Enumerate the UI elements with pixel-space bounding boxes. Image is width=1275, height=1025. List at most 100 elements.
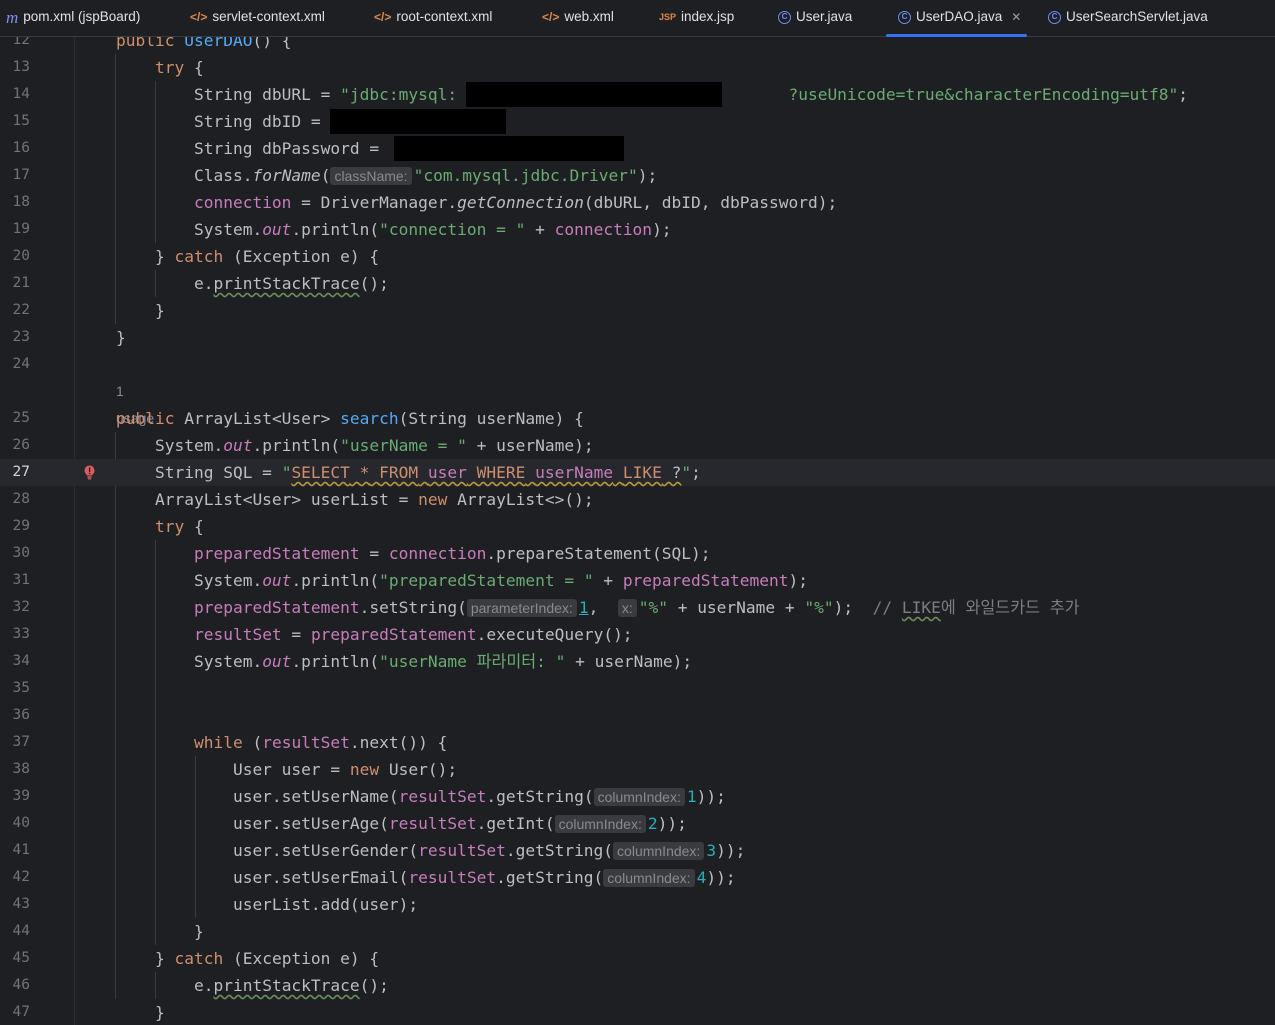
tab-user-java[interactable]: C User.java <box>778 0 852 36</box>
line-number[interactable]: 18 <box>0 189 30 216</box>
line-number[interactable]: 36 <box>0 702 30 729</box>
tab-root-context-xml[interactable]: </> root-context.xml <box>374 0 492 36</box>
line-number[interactable]: 25 <box>0 405 30 432</box>
line-number[interactable]: 17 <box>0 162 30 189</box>
code-text: System.out.println("preparedStatement = … <box>116 571 808 590</box>
code-line[interactable]: 42 user.setUserEmail(resultSet.getString… <box>0 864 1275 891</box>
code-line[interactable]: 12 public UserDAO() { <box>0 37 1275 54</box>
code-text: try { <box>154 517 204 536</box>
code-line[interactable]: 16 String dbPassword = <box>0 135 1275 162</box>
web-xml-icon: </> <box>542 9 560 24</box>
java-class-icon: C <box>1048 10 1061 24</box>
line-number[interactable]: 19 <box>0 216 30 243</box>
line-number[interactable]: 28 <box>0 486 30 513</box>
line-number[interactable]: 16 <box>0 135 30 162</box>
line-number[interactable]: 13 <box>0 54 30 81</box>
code-line[interactable]: 47 } <box>0 999 1275 1025</box>
line-number[interactable]: 29 <box>0 513 30 540</box>
maven-icon: m <box>6 7 19 27</box>
line-number[interactable]: 34 <box>0 648 30 675</box>
tab-label: web.xml <box>564 9 614 24</box>
code-line[interactable]: 36 <box>0 702 1275 729</box>
tab-web-xml[interactable]: </> web.xml <box>542 0 614 36</box>
line-number[interactable]: 40 <box>0 810 30 837</box>
line-number[interactable]: 43 <box>0 891 30 918</box>
code-line[interactable]: 18 connection = DriverManager.getConnect… <box>0 189 1275 216</box>
code-line[interactable]: 15 String dbID = <box>0 108 1275 135</box>
code-line[interactable]: 23} <box>0 324 1275 351</box>
code-line[interactable]: 27 String SQL = "SELECT * FROM user WHER… <box>0 459 1275 486</box>
code-line[interactable]: 37 while (resultSet.next()) { <box>0 729 1275 756</box>
tab-index-jsp[interactable]: JSP index.jsp <box>659 0 734 36</box>
line-number[interactable]: 14 <box>0 81 30 108</box>
code-text: } catch (Exception e) { <box>116 949 380 968</box>
line-number[interactable]: 35 <box>0 675 30 702</box>
code-line[interactable]: 28 ArrayList<User> userList = new ArrayL… <box>0 486 1275 513</box>
code-line[interactable]: 38 User user = new User(); <box>0 756 1275 783</box>
close-tab-icon[interactable]: ✕ <box>1011 10 1021 24</box>
jsp-file-icon: JSP <box>659 11 677 22</box>
line-number[interactable]: 15 <box>0 108 30 135</box>
line-number[interactable]: 37 <box>0 729 30 756</box>
code-line[interactable]: 25 public ArrayList<User> search(String u… <box>0 405 1275 432</box>
line-number[interactable]: 22 <box>0 297 30 324</box>
code-line[interactable]: 30 preparedStatement = connection.prepar… <box>0 540 1275 567</box>
code-line[interactable]: 24 <box>0 351 1275 378</box>
line-number[interactable]: 33 <box>0 621 30 648</box>
tab-pom-xml[interactable]: m pom.xml (jspBoard) <box>6 0 140 36</box>
line-number[interactable]: 39 <box>0 783 30 810</box>
line-number[interactable]: 46 <box>0 972 30 999</box>
code-line[interactable]: 22 } <box>0 297 1275 324</box>
line-number[interactable]: 44 <box>0 918 30 945</box>
line-number[interactable]: 38 <box>0 756 30 783</box>
tab-servlet-context-xml[interactable]: </> servlet-context.xml <box>190 0 325 36</box>
code-text: Class.forName(className: "com.mysql.jdbc.… <box>116 166 658 185</box>
code-editor[interactable]: 12 public UserDAO() {13 try {14 String db… <box>0 37 1275 1025</box>
code-line[interactable]: 17 Class.forName(className: "com.mysql.jd… <box>0 162 1275 189</box>
line-number[interactable]: 42 <box>0 864 30 891</box>
error-bulb-icon[interactable] <box>83 465 96 480</box>
code-line[interactable]: 35 <box>0 675 1275 702</box>
code-line[interactable]: 41 user.setUserGender(resultSet.getStrin… <box>0 837 1275 864</box>
code-line[interactable]: 21 e.printStackTrace(); <box>0 270 1275 297</box>
tab-userdao-java[interactable]: C UserDAO.java ✕ <box>885 0 1028 37</box>
java-class-icon: C <box>898 10 911 24</box>
code-line[interactable]: 31 System.out.println("preparedStatement… <box>0 567 1275 594</box>
line-number[interactable]: 45 <box>0 945 30 972</box>
code-line[interactable]: 20 } catch (Exception e) { <box>0 243 1275 270</box>
line-number[interactable]: 31 <box>0 567 30 594</box>
code-line[interactable]: 45 } catch (Exception e) { <box>0 945 1275 972</box>
line-number[interactable]: 27 <box>0 459 30 486</box>
code-line[interactable]: 19 System.out.println("connection = " + … <box>0 216 1275 243</box>
code-text: resultSet = preparedStatement.executeQue… <box>193 625 633 644</box>
line-number[interactable]: 30 <box>0 540 30 567</box>
code-line[interactable]: 46 e.printStackTrace(); <box>0 972 1275 999</box>
code-line[interactable]: 13 try { <box>0 54 1275 81</box>
code-text: } <box>116 922 204 941</box>
code-line[interactable]: 33 resultSet = preparedStatement.execute… <box>0 621 1275 648</box>
xml-file-icon: </> <box>190 9 208 24</box>
line-number[interactable]: 32 <box>0 594 30 621</box>
line-number[interactable]: 41 <box>0 837 30 864</box>
line-number[interactable]: 23 <box>0 324 30 351</box>
code-text: preparedStatement = connection.prepareSt… <box>193 544 711 563</box>
code-line[interactable]: 40 user.setUserAge(resultSet.getInt(colu… <box>0 810 1275 837</box>
tab-usersearchservlet-java[interactable]: C UserSearchServlet.java <box>1048 0 1208 36</box>
code-line[interactable]: 29 try { <box>0 513 1275 540</box>
xml-file-icon: </> <box>374 9 392 24</box>
code-line[interactable]: 39 user.setUserName(resultSet.getString(… <box>0 783 1275 810</box>
line-number[interactable]: 20 <box>0 243 30 270</box>
line-number[interactable]: 26 <box>0 432 30 459</box>
code-text: e.printStackTrace(); <box>116 274 389 293</box>
line-number[interactable]: 47 <box>0 999 30 1025</box>
line-number[interactable]: 12 <box>0 37 30 54</box>
line-number[interactable]: 24 <box>0 351 30 378</box>
code-line[interactable]: 34 System.out.println("userName 파라미터: " … <box>0 648 1275 675</box>
code-line[interactable]: 32 preparedStatement.setString(parameter… <box>0 594 1275 621</box>
code-text: connection = DriverManager.getConnection… <box>193 193 838 212</box>
code-line[interactable]: 43 userList.add(user); <box>0 891 1275 918</box>
code-line[interactable]: 26 System.out.println("userName = " + us… <box>0 432 1275 459</box>
tab-label: UserSearchServlet.java <box>1066 9 1208 24</box>
code-line[interactable]: 44 } <box>0 918 1275 945</box>
line-number[interactable]: 21 <box>0 270 30 297</box>
